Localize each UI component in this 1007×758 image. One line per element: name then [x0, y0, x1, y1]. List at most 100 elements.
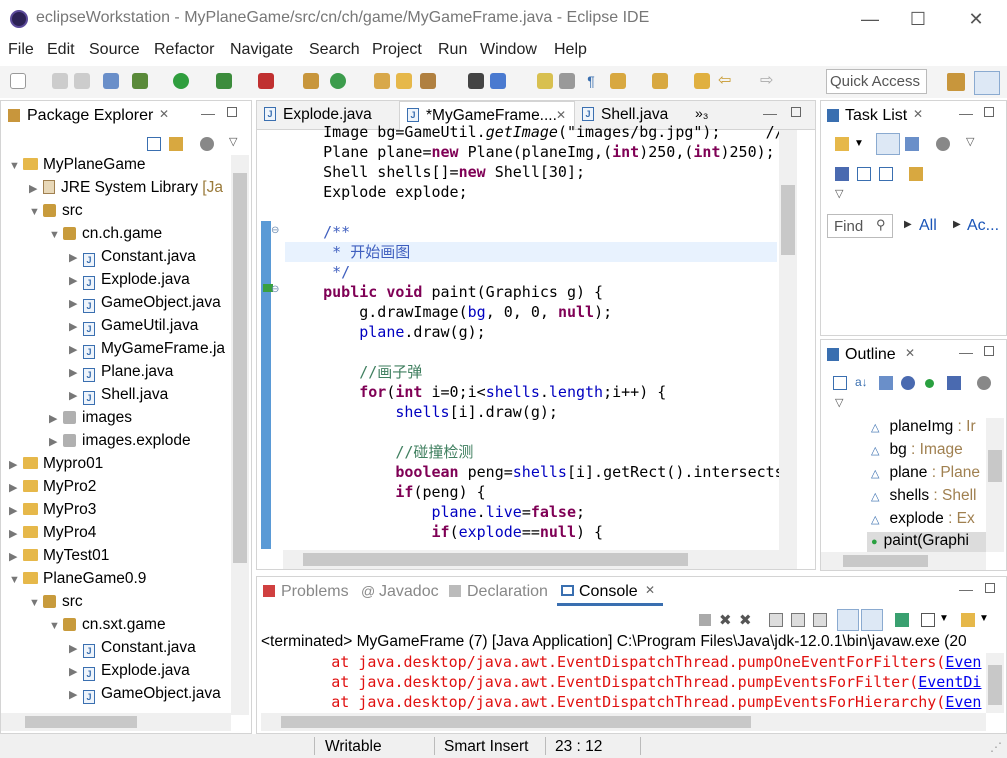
minimize-view-icon[interactable]: — — [959, 105, 973, 121]
task-list-tab[interactable]: Task List — [845, 107, 907, 125]
filter-icon[interactable] — [936, 137, 950, 151]
block-select-icon[interactable] — [559, 73, 575, 89]
menu-window[interactable]: Window — [480, 41, 537, 59]
categorized-icon[interactable] — [876, 133, 900, 155]
sync-icon[interactable] — [909, 167, 923, 181]
open-console-icon[interactable] — [961, 613, 975, 627]
open-console-dropdown-icon[interactable]: ▼ — [979, 613, 989, 624]
tree-item-file[interactable]: ▶ J Plane.java — [69, 362, 173, 385]
outline-item-selected[interactable]: ● paint(Graphi — [867, 532, 986, 552]
outline-item[interactable]: △ bg : Image — [871, 441, 963, 459]
code-area[interactable]: Image bg=GameUtil.getImage("images/bg.jp… — [287, 122, 779, 550]
hide-completed-icon[interactable] — [835, 167, 849, 181]
hide-fields-icon[interactable] — [879, 376, 893, 390]
new-task-icon[interactable] — [835, 137, 849, 151]
menu-search[interactable]: Search — [309, 41, 360, 59]
filter-icon[interactable] — [200, 137, 214, 151]
pin-icon[interactable] — [468, 73, 484, 89]
tree-item-file[interactable]: ▶ J GameObject.java — [69, 684, 221, 707]
collapse-arrow-icon[interactable]: ▶ — [49, 432, 63, 452]
tree-item-file[interactable]: ▶ J Shell.java — [69, 385, 168, 408]
collapse-arrow-icon[interactable]: ▶ — [9, 547, 23, 567]
collapse-arrow-icon[interactable]: ▶ — [29, 179, 43, 199]
find-input[interactable]: Find ⚲ — [827, 214, 893, 238]
new-java-project-icon[interactable] — [303, 73, 319, 89]
minimize-view-icon[interactable]: — — [959, 344, 973, 360]
last-edit-icon[interactable] — [694, 73, 710, 89]
tree-item-images-explode[interactable]: ▶ images.explode — [49, 431, 191, 454]
expand-arrow-icon[interactable]: ▼ — [9, 570, 23, 590]
scroll-thumb[interactable] — [281, 716, 751, 728]
tab-problems[interactable]: Problems — [281, 583, 349, 601]
tree-item-jre[interactable]: ▶ JRE System Library [Ja — [29, 178, 223, 201]
menu-edit[interactable]: Edit — [47, 41, 75, 59]
tree-item-project[interactable]: ▼ PlaneGame0.9 — [9, 569, 146, 592]
highlight-icon[interactable] — [490, 73, 506, 89]
annotation-icon[interactable] — [537, 73, 553, 89]
tree-item-file[interactable]: ▶ J Explode.java — [69, 661, 190, 684]
package-explorer-tab[interactable]: Package Explorer — [27, 107, 153, 125]
expand-arrow-icon[interactable]: ▼ — [9, 156, 23, 176]
editor-horizontal-scrollbar[interactable] — [283, 550, 797, 569]
tree-item-src[interactable]: ▼ src — [29, 201, 83, 224]
open-perspective-icon[interactable] — [947, 73, 965, 91]
expand-arrow-icon[interactable]: ▼ — [49, 616, 63, 636]
pin-console-icon[interactable] — [895, 613, 909, 627]
tree-item-project[interactable]: ▶ Mypro01 — [9, 454, 103, 477]
scroll-lock-icon[interactable] — [791, 613, 805, 627]
clear-console-icon[interactable] — [769, 613, 783, 627]
collapse-arrow-icon[interactable]: ▶ — [69, 248, 83, 268]
tree-item-project[interactable]: ▶ MyTest01 — [9, 546, 109, 569]
terminate-icon[interactable] — [699, 614, 711, 626]
sort-icon[interactable]: a↓ — [855, 375, 868, 389]
tree-item-file[interactable]: ▶ J Constant.java — [69, 247, 196, 270]
collapse-arrow-icon[interactable]: ▶ — [9, 501, 23, 521]
collapse-all-icon[interactable] — [857, 167, 871, 181]
more-tabs-button[interactable]: »₃ — [695, 105, 709, 121]
open-type-icon[interactable] — [374, 73, 390, 89]
save-all-icon[interactable] — [74, 73, 90, 89]
maximize-button[interactable]: ☐ — [894, 0, 942, 38]
collapse-arrow-icon[interactable]: ▶ — [9, 478, 23, 498]
save-icon[interactable] — [52, 73, 68, 89]
pilcrow-icon[interactable]: ¶ — [583, 73, 599, 89]
scheduled-icon[interactable] — [905, 137, 919, 151]
menu-refactor[interactable]: Refactor — [154, 41, 214, 59]
view-menu-icon[interactable]: ▽ — [229, 135, 237, 148]
view-menu-icon[interactable]: ▽ — [835, 396, 843, 409]
maximize-view-icon[interactable] — [984, 107, 994, 117]
expand-arrow-icon[interactable]: ▼ — [49, 225, 63, 245]
scroll-thumb[interactable] — [781, 185, 795, 255]
tab-javadoc[interactable]: Javadoc — [379, 583, 439, 601]
tree-item-package[interactable]: ▼ cn.ch.game — [49, 224, 162, 247]
collapse-arrow-icon[interactable]: ▶ — [69, 386, 83, 406]
new-icon[interactable] — [10, 73, 26, 89]
console-link[interactable]: Even — [945, 653, 981, 671]
expand-arrow-icon[interactable]: ▼ — [29, 593, 43, 613]
hide-nonpublic-icon[interactable] — [925, 379, 934, 388]
maximize-view-icon[interactable] — [984, 346, 994, 356]
activate-link[interactable]: Ac... — [967, 217, 999, 235]
collapse-arrow-icon[interactable]: ▶ — [69, 340, 83, 360]
horizontal-scrollbar[interactable] — [1, 713, 231, 731]
new-task-dropdown-icon[interactable]: ▼ — [854, 138, 864, 149]
focus-icon[interactable] — [977, 376, 991, 390]
menu-help[interactable]: Help — [554, 41, 587, 59]
outline-item[interactable]: △ planeImg : Ir — [871, 418, 976, 436]
run-icon[interactable] — [173, 73, 189, 89]
all-link[interactable]: All — [919, 217, 937, 235]
tree-item-file[interactable]: ▶ J GameObject.java — [69, 293, 221, 316]
minimize-button[interactable]: — — [846, 0, 894, 38]
maximize-view-icon[interactable] — [985, 583, 995, 593]
editor-vertical-scrollbar[interactable] — [779, 130, 797, 550]
close-tab-icon[interactable]: ✕ — [913, 107, 923, 121]
outline-hscrollbar[interactable] — [821, 552, 986, 570]
collapse-arrow-icon[interactable]: ▶ — [69, 294, 83, 314]
display-console-icon[interactable] — [921, 613, 935, 627]
console-vscrollbar[interactable] — [986, 653, 1004, 713]
tree-item-images[interactable]: ▶ images — [49, 408, 132, 431]
view-menu-icon[interactable]: ▽ — [835, 187, 843, 200]
scroll-thumb[interactable] — [988, 665, 1002, 705]
menu-navigate[interactable]: Navigate — [230, 41, 293, 59]
view-menu-icon[interactable]: ▽ — [966, 135, 974, 148]
